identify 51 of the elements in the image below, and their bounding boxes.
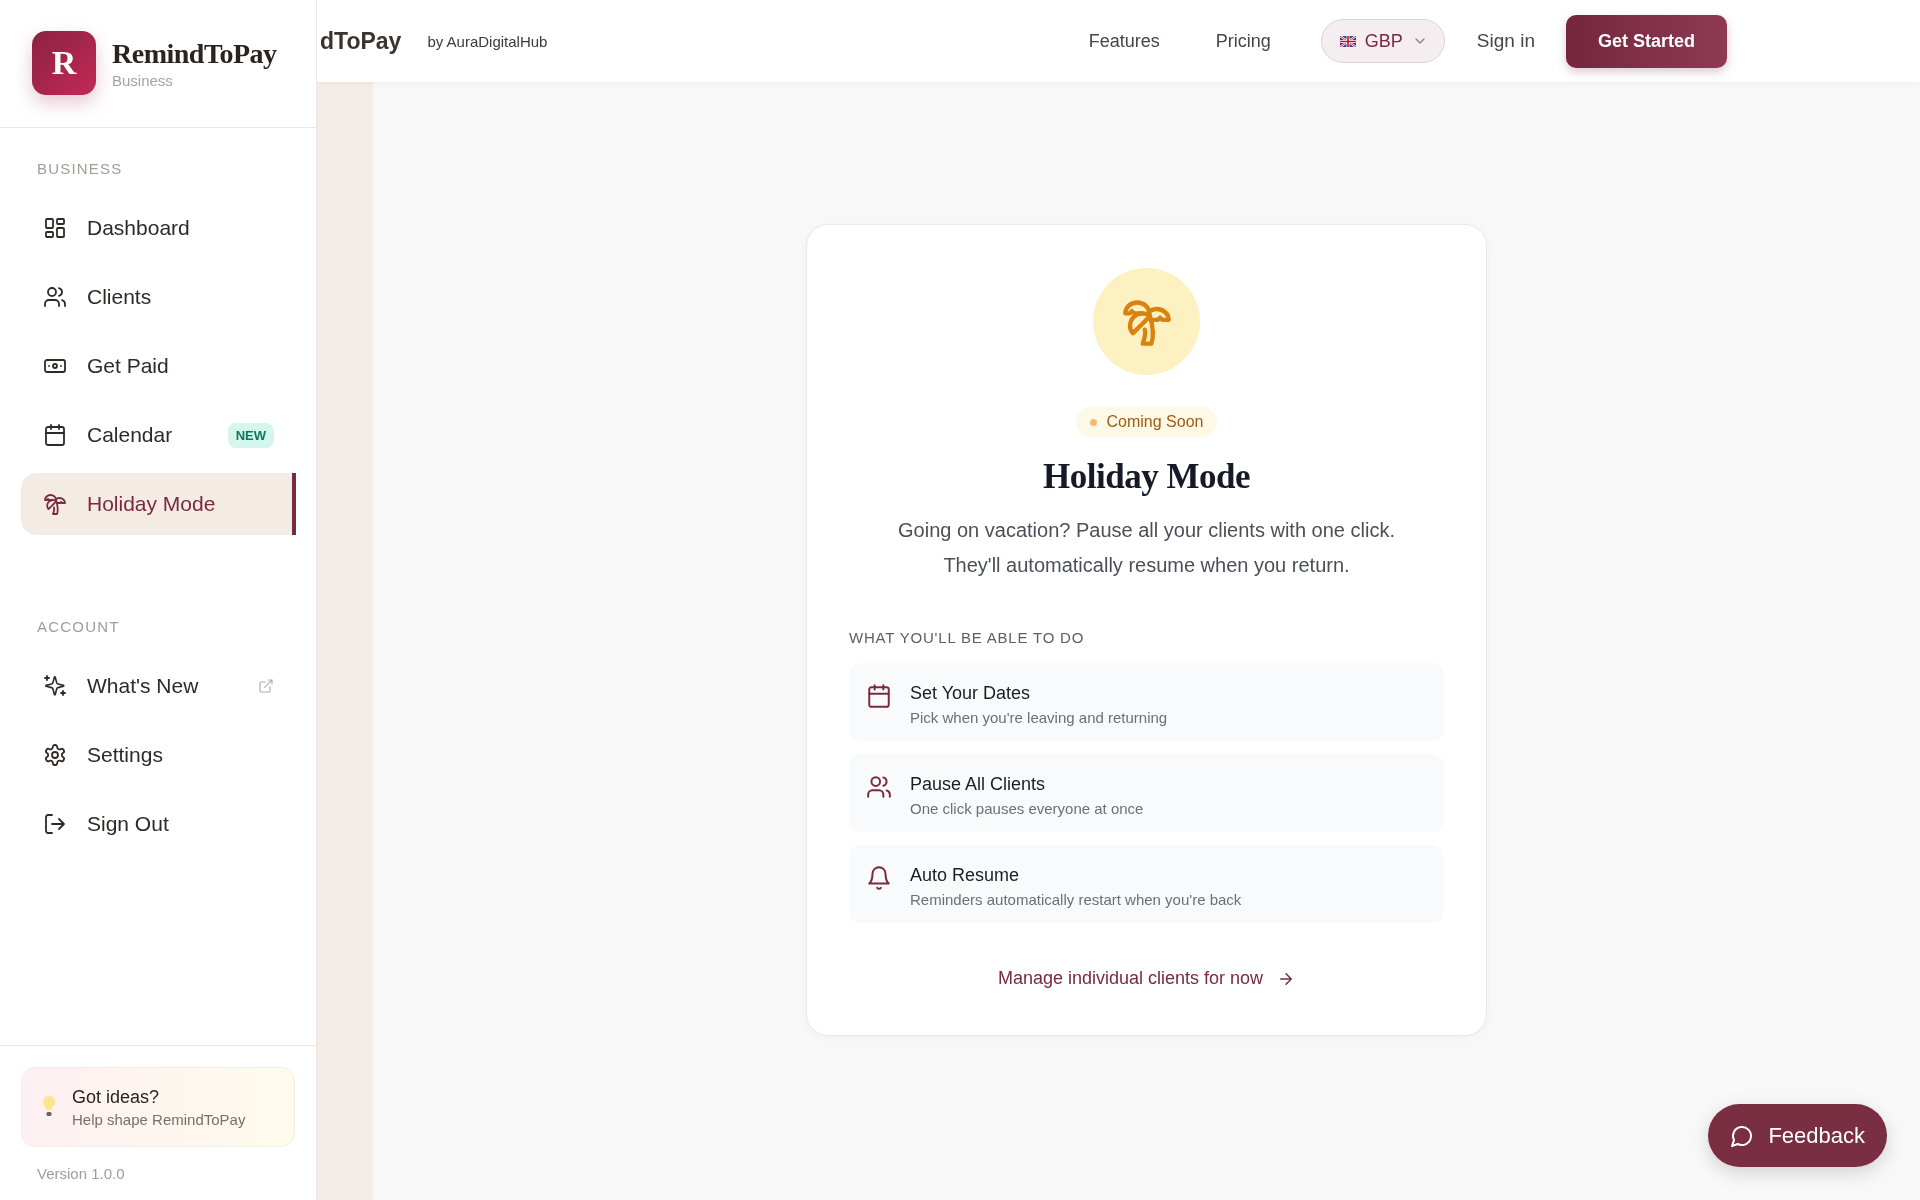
features-heading: WHAT YOU'LL BE ABLE TO DO: [849, 629, 1086, 646]
sidebar-item[interactable]: Sign Out: [21, 793, 296, 855]
calendar-icon: [43, 423, 67, 447]
feedback-button[interactable]: Feedback: [1708, 1104, 1887, 1167]
app-subtitle: Business: [112, 71, 174, 89]
feature-description: Pick when you're leaving and returning: [910, 709, 1168, 726]
section-label: ACCOUNT: [36, 618, 121, 635]
sparkles-icon: [43, 674, 67, 698]
people-icon: [866, 774, 892, 800]
app-name: RemindToPay: [112, 37, 277, 70]
nav-link[interactable]: Features: [1088, 30, 1160, 52]
card-description: Going on vacation? Pause all your clients with one click. They'll automatically resume when you return.: [897, 518, 1396, 578]
version-label: Version 1.0.0: [36, 1165, 126, 1182]
new-badge: NEW: [227, 422, 274, 448]
feature-title: Set Your Dates: [910, 683, 1032, 704]
currency-selector[interactable]: GBP: [1320, 19, 1445, 63]
card-title: Holiday Mode: [1043, 457, 1250, 497]
bell-icon: [866, 865, 892, 891]
ideas-title: Got ideas?: [72, 1086, 161, 1108]
sidebar-item[interactable]: What's New: [21, 655, 296, 717]
section-label: BUSINESS: [36, 160, 124, 177]
flag-icon: [1339, 35, 1356, 47]
feature-title: Pause All Clients: [910, 774, 1047, 795]
status-dot: [1089, 418, 1097, 426]
feature-description: Reminders automatically restart when you're back: [910, 891, 1242, 908]
sidebar-item[interactable]: Clients: [21, 266, 296, 328]
nav-link[interactable]: Pricing: [1215, 30, 1271, 52]
sidebar-item[interactable]: Dashboard: [21, 197, 296, 259]
sidebar-item[interactable]: Settings: [21, 724, 296, 786]
sidebar-item[interactable]: Calendar NEW: [21, 404, 296, 466]
people-icon: [43, 285, 67, 309]
chat-bubble-icon: [1730, 1123, 1755, 1148]
logout-icon: [43, 812, 67, 836]
calendar-icon: [866, 683, 892, 709]
ideas-subtitle: Help shape RemindToPay: [72, 1110, 246, 1128]
feature-description: One click pauses everyone at once: [910, 800, 1144, 817]
sign-in-link[interactable]: Sign in: [1476, 30, 1535, 52]
dashboard-icon: [43, 216, 67, 240]
app-logo: R: [32, 31, 96, 95]
manage-clients-link[interactable]: Manage individual clients for now: [997, 968, 1296, 989]
badge-text: Coming Soon: [1106, 413, 1204, 431]
brand-name[interactable]: dToPay: [320, 27, 402, 55]
feature-title: Auto Resume: [910, 865, 1021, 886]
get-started-button[interactable]: Get Started: [1565, 14, 1727, 68]
ideas-card[interactable]: Got ideas? Help shape RemindToPay: [21, 1067, 295, 1147]
lightbulb-icon: [42, 1095, 56, 1119]
settings-icon: [43, 743, 67, 767]
sidebar-item[interactable]: Get Paid: [21, 335, 296, 397]
byline: by AuraDigitalHub: [427, 32, 548, 50]
sidebar-item[interactable]: Holiday Mode: [21, 473, 296, 535]
palm-tree-icon: [43, 492, 67, 516]
